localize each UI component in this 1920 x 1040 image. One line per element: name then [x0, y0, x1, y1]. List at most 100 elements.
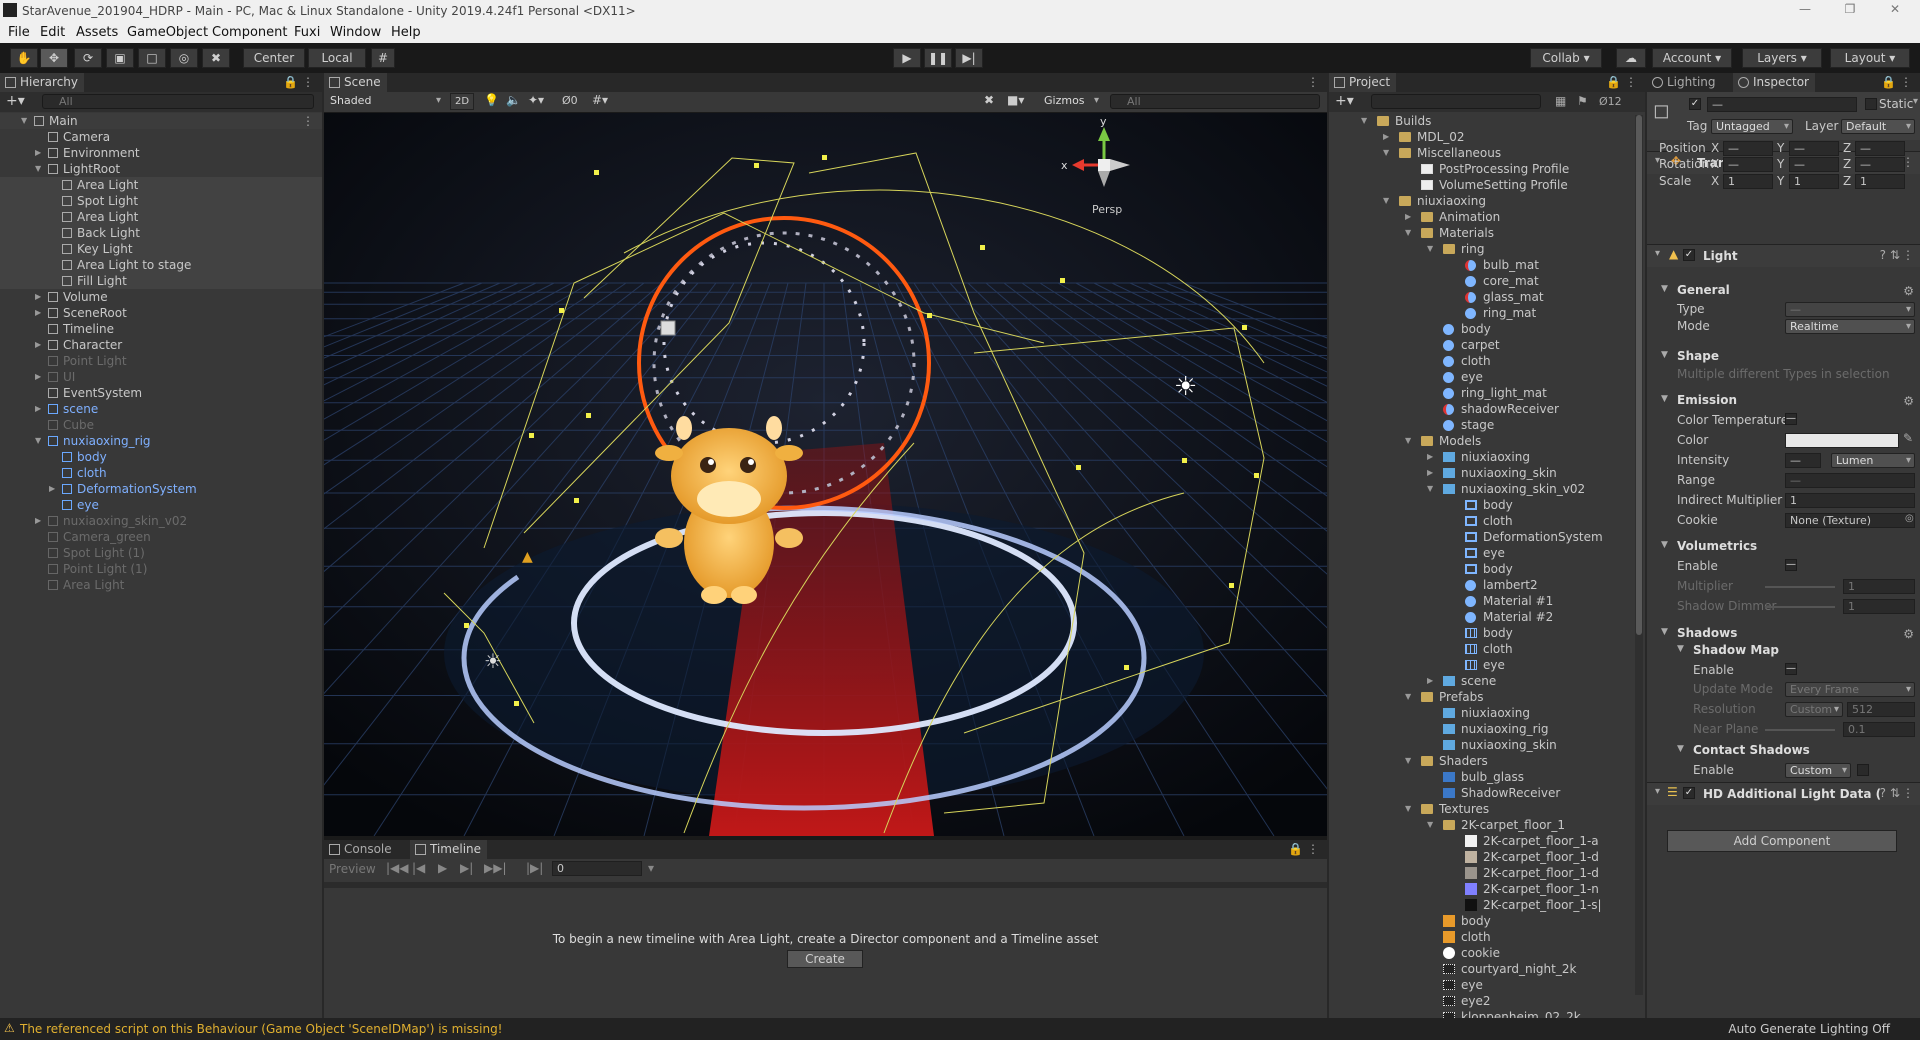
hierarchy-item[interactable]: Area Light to stage — [0, 257, 322, 273]
expand-arrow-icon[interactable]: ▼ — [1405, 805, 1413, 813]
gizmos-dropdown[interactable]: Gizmos — [1040, 94, 1102, 109]
project-item[interactable]: ▼ ring — [1329, 241, 1633, 257]
transform-tool-button[interactable]: ◎ — [170, 48, 198, 68]
expand-arrow-icon[interactable]: ▼ — [35, 165, 43, 173]
expand-arrow-icon[interactable]: ▼ — [1427, 821, 1435, 829]
tab-console[interactable]: Console — [324, 840, 398, 859]
persp-label[interactable]: Persp — [1092, 203, 1122, 216]
project-item[interactable]: 2K-carpet_floor_1-a — [1329, 833, 1633, 849]
section-arrow-icon[interactable]: ▼ — [1677, 644, 1684, 654]
hierarchy-item[interactable]: ▶ SceneRoot — [0, 305, 322, 321]
menu-help[interactable]: Help — [391, 25, 421, 40]
collapse-arrow-icon[interactable]: ▶ — [35, 373, 43, 381]
project-item[interactable]: ▶ nuxiaoxing_skin — [1329, 465, 1633, 481]
cube-gizmo-icon[interactable] — [660, 320, 676, 336]
collapse-arrow-icon[interactable]: ▶ — [35, 341, 43, 349]
light-menu-icon[interactable]: ⋮ — [1902, 248, 1914, 262]
filter-type-icon[interactable]: ▦ — [1555, 94, 1566, 108]
project-item[interactable]: 2K-carpet_floor_1-d — [1329, 849, 1633, 865]
hierarchy-item[interactable]: Key Light — [0, 241, 322, 257]
project-item[interactable]: glass_mat — [1329, 289, 1633, 305]
project-item[interactable]: ShadowReceiver — [1329, 785, 1633, 801]
play-button[interactable]: ▶ — [893, 48, 921, 68]
tools-icon[interactable]: ✖ — [984, 93, 994, 107]
close-button[interactable]: ✕ — [1880, 2, 1910, 20]
spot-light-icon[interactable]: ☀ — [484, 649, 502, 673]
grid-dropdown-icon[interactable]: #▾ — [592, 93, 608, 107]
project-item[interactable]: lambert2 — [1329, 577, 1633, 593]
project-item[interactable]: cloth — [1329, 513, 1633, 529]
hierarchy-item[interactable]: Cube — [0, 417, 322, 433]
expand-arrow-icon[interactable]: ▼ — [1405, 437, 1413, 445]
active-checkbox[interactable]: ✓ — [1689, 98, 1701, 110]
field-intensity_val[interactable]: — — [1785, 453, 1821, 468]
area-light-icon[interactable]: ▲ — [522, 549, 533, 565]
project-create-icon[interactable]: +▾ — [1335, 93, 1354, 109]
section-shape[interactable]: Shape — [1677, 349, 1719, 363]
project-item[interactable]: ▼ Miscellaneous — [1329, 145, 1633, 161]
project-item[interactable]: ▶ MDL_02 — [1329, 129, 1633, 145]
field-near_plane_val[interactable]: 0.1 — [1843, 722, 1915, 737]
collab-dropdown[interactable]: Collab ▾ — [1530, 48, 1602, 68]
project-item[interactable]: eye — [1329, 977, 1633, 993]
hierarchy-item[interactable]: Spot Light (1) — [0, 545, 322, 561]
hierarchy-item[interactable]: EventSystem — [0, 385, 322, 401]
light-preset-icon[interactable]: ⇅ — [1890, 248, 1900, 262]
project-item[interactable]: core_mat — [1329, 273, 1633, 289]
hierarchy-item[interactable]: Back Light — [0, 225, 322, 241]
maximize-button[interactable]: ❐ — [1835, 2, 1865, 20]
hierarchy-item[interactable]: Point Light — [0, 353, 322, 369]
hierarchy-item[interactable]: ▶ scene — [0, 401, 322, 417]
field-range_val[interactable]: — — [1785, 473, 1915, 488]
project-item[interactable]: carpet — [1329, 337, 1633, 353]
sun-light-icon[interactable]: ☀ — [1174, 372, 1197, 402]
hierarchy-item[interactable]: cloth — [0, 465, 322, 481]
dropdown-mode[interactable]: Realtime — [1785, 319, 1915, 334]
menu-file[interactable]: File — [8, 25, 30, 40]
collapse-arrow-icon[interactable]: ▶ — [35, 405, 43, 413]
scene-menu-icon[interactable]: ⋮ — [302, 113, 314, 129]
hierarchy-item[interactable]: ▶ Volume — [0, 289, 322, 305]
transform-position-y-field[interactable]: — — [1789, 141, 1839, 156]
shadow-map-enable-checkbox[interactable]: — — [1785, 663, 1797, 675]
section-volumetrics[interactable]: Volumetrics — [1677, 539, 1757, 553]
pivot-local-button[interactable]: Local — [308, 48, 366, 68]
light-collapse-icon[interactable]: ▾ — [1655, 248, 1660, 259]
frame-field[interactable]: 0 — [552, 861, 642, 876]
section-arrow-icon[interactable]: ▼ — [1661, 627, 1668, 637]
project-item[interactable]: body — [1329, 321, 1633, 337]
tab-timeline[interactable]: Timeline — [410, 840, 488, 859]
project-item[interactable]: kloppenheim_02_2k — [1329, 1009, 1633, 1018]
hierarchy-item[interactable]: body — [0, 449, 322, 465]
section-emission[interactable]: Emission — [1677, 393, 1737, 407]
layer-dropdown[interactable]: Default — [1841, 119, 1915, 134]
project-item[interactable]: niuxiaoxing — [1329, 705, 1633, 721]
audio-toggle-icon[interactable]: 🔈 — [506, 93, 521, 107]
cloud-button[interactable]: ☁ — [1616, 48, 1646, 68]
transform-rotation-y-field[interactable]: — — [1789, 157, 1839, 172]
timeline-menu-icon[interactable]: ⋮ — [1307, 842, 1319, 856]
project-item[interactable]: ▼ 2K-carpet_floor_1 — [1329, 817, 1633, 833]
project-item[interactable]: ▼ Shaders — [1329, 753, 1633, 769]
collapse-arrow-icon[interactable]: ▶ — [49, 485, 57, 493]
transform-scale-x-field[interactable]: 1 — [1723, 174, 1773, 189]
hierarchy-item[interactable]: Area Light — [0, 209, 322, 225]
dropdown-resolution_mode[interactable]: Custom — [1785, 702, 1843, 717]
project-item[interactable]: ring_mat — [1329, 305, 1633, 321]
account-dropdown[interactable]: Account ▾ — [1652, 48, 1732, 68]
expand-arrow-icon[interactable]: ▼ — [1427, 245, 1435, 253]
light-help-icon[interactable]: ? — [1880, 248, 1886, 262]
add-component-button[interactable]: Add Component — [1667, 830, 1897, 852]
inspector-lock-icon[interactable]: 🔒 — [1881, 75, 1896, 89]
hierarchy-item[interactable]: Camera_green — [0, 529, 322, 545]
hierarchy-item[interactable]: eye — [0, 497, 322, 513]
hierarchy-item[interactable]: Timeline — [0, 321, 322, 337]
expand-arrow-icon[interactable]: ▼ — [1383, 197, 1391, 205]
emission-settings-icon[interactable]: ⚙ — [1903, 394, 1914, 408]
project-item[interactable]: eye — [1329, 657, 1633, 673]
project-menu-icon[interactable]: ⋮ — [1625, 75, 1637, 89]
expand-arrow-icon[interactable]: ▼ — [21, 117, 29, 125]
create-plus-icon[interactable]: +▾ — [6, 93, 25, 109]
collapse-arrow-icon[interactable]: ▶ — [1383, 133, 1391, 141]
menu-component[interactable]: Component — [212, 25, 287, 40]
